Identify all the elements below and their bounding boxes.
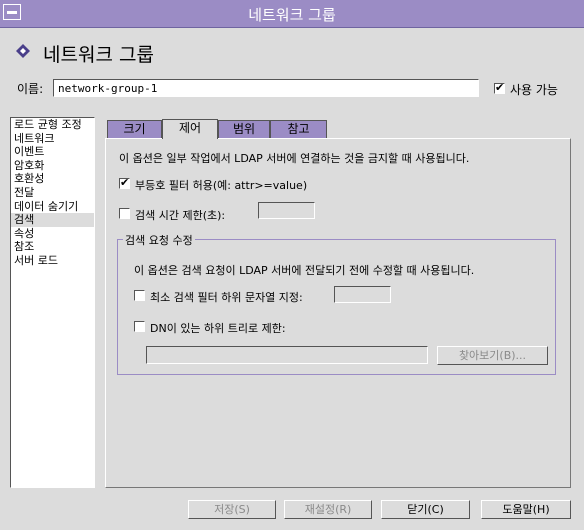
tab-notes[interactable]: 참고 bbox=[270, 120, 327, 138]
subtree-dn-input[interactable] bbox=[146, 346, 428, 364]
modify-search-description: 이 옵션은 검색 요청이 LDAP 서버에 전달되기 전에 수정할 때 사용됩니… bbox=[134, 264, 475, 277]
name-input[interactable] bbox=[53, 79, 479, 97]
page-title: 네트워크 그룹 bbox=[43, 44, 154, 66]
allow-inequality-filter-label: 부등호 필터 허용(예: attr>=value) bbox=[135, 179, 308, 192]
enable-label: 사용 가능 bbox=[510, 83, 558, 97]
sidebar-item-server-load[interactable]: 서버 로드 bbox=[11, 254, 94, 268]
close-button[interactable]: 닫기(C) bbox=[381, 500, 470, 519]
sidebar-item-search[interactable]: 검색 bbox=[11, 213, 94, 227]
sidebar-item-events[interactable]: 이벤트 bbox=[11, 145, 94, 159]
sidebar-item-referrals[interactable]: 참조 bbox=[11, 240, 94, 254]
browse-button[interactable]: 찾아보기(B)... bbox=[437, 346, 548, 365]
sidebar-item-encryption[interactable]: 암호화 bbox=[11, 159, 94, 173]
save-button[interactable]: 저장(S) bbox=[188, 500, 276, 519]
window-title: 네트워크 그룹 bbox=[248, 6, 336, 24]
tab-scope[interactable]: 범위 bbox=[218, 120, 270, 138]
min-substring-label: 최소 검색 필터 하위 문자열 지정: bbox=[150, 291, 303, 304]
sidebar-item-forwarding[interactable]: 전달 bbox=[11, 186, 94, 200]
sidebar-item-data-hiding[interactable]: 데이터 숨기기 bbox=[11, 200, 94, 214]
limit-search-time-checkbox[interactable] bbox=[119, 208, 130, 219]
checkmark-icon: ✔ bbox=[495, 81, 505, 94]
restrict-subtree-checkbox[interactable] bbox=[134, 321, 145, 332]
title-bar: 네트워크 그룹 bbox=[0, 0, 584, 28]
network-group-icon bbox=[16, 44, 30, 58]
min-substring-checkbox[interactable] bbox=[134, 290, 145, 301]
help-button[interactable]: 도움말(H) bbox=[481, 500, 571, 519]
tab-control[interactable]: 제어 bbox=[162, 119, 218, 139]
name-label: 이름: bbox=[17, 82, 44, 96]
enable-checkbox[interactable]: ✔ bbox=[494, 81, 505, 94]
search-time-input[interactable] bbox=[258, 202, 315, 219]
min-substring-input[interactable] bbox=[334, 286, 391, 303]
limit-search-time-label: 검색 시간 제한(초): bbox=[135, 209, 226, 222]
control-description: 이 옵션은 일부 작업에서 LDAP 서버에 연결하는 것을 금지할 때 사용됩… bbox=[119, 152, 470, 165]
sidebar-item-attributes[interactable]: 속성 bbox=[11, 227, 94, 241]
checkmark-icon: ✔ bbox=[120, 176, 130, 189]
sidebar-item-network[interactable]: 네트워크 bbox=[11, 132, 94, 146]
restrict-subtree-label: DN이 있는 하위 트리로 제한: bbox=[150, 322, 286, 335]
modify-search-request-legend: 검색 요청 수정 bbox=[123, 232, 195, 248]
tab-size[interactable]: 크기 bbox=[107, 120, 162, 138]
category-list[interactable]: 로드 균형 조정 네트워크 이벤트 암호화 호환성 전달 데이터 숨기기 검색 … bbox=[10, 117, 95, 488]
sidebar-item-load-balancing[interactable]: 로드 균형 조정 bbox=[11, 118, 94, 132]
allow-inequality-filter-checkbox[interactable]: ✔ bbox=[119, 176, 130, 189]
reset-button[interactable]: 재설정(R) bbox=[284, 500, 372, 519]
sidebar-item-compatibility[interactable]: 호환성 bbox=[11, 172, 94, 186]
